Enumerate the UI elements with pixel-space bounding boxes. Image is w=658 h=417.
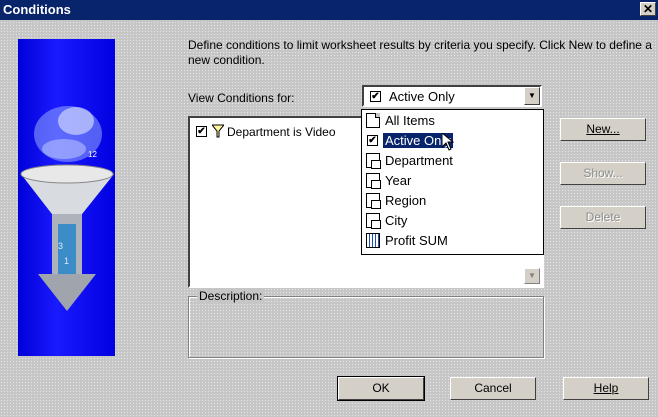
help-button[interactable]: Help bbox=[563, 377, 649, 400]
option-label: All Items bbox=[385, 113, 435, 128]
option-label: City bbox=[385, 213, 408, 228]
show-button[interactable]: Show... bbox=[560, 162, 646, 185]
view-conditions-dropdown-list: All Items ✔ Active Only Department Year … bbox=[361, 109, 544, 255]
title-bar: Conditions ✕ bbox=[0, 0, 658, 20]
measure-icon bbox=[366, 233, 380, 248]
folder-item-icon bbox=[366, 173, 381, 189]
delete-button-label: Delete bbox=[585, 210, 621, 224]
description-label: Description: bbox=[197, 289, 265, 303]
folder-item-icon bbox=[366, 213, 381, 229]
option-label: Region bbox=[385, 193, 427, 208]
close-button[interactable]: ✕ bbox=[640, 2, 656, 16]
funnel-illustration-graphic: 3 1 12 bbox=[20, 106, 114, 311]
new-button-label: New... bbox=[586, 122, 620, 136]
cancel-button[interactable]: Cancel bbox=[450, 377, 536, 400]
checkbox-icon: ✔ bbox=[367, 135, 378, 146]
conditions-dialog: Conditions ✕ 3 1 12 Define conditions to… bbox=[0, 0, 658, 417]
show-button-label: Show... bbox=[583, 166, 623, 180]
dropdown-option-profit-sum[interactable]: Profit SUM bbox=[364, 231, 541, 250]
combobox-value: Active Only bbox=[389, 89, 455, 104]
document-icon bbox=[366, 113, 380, 128]
dropdown-option-city[interactable]: City bbox=[364, 211, 541, 230]
svg-text:1: 1 bbox=[64, 256, 69, 266]
view-conditions-label: View Conditions for: bbox=[188, 91, 295, 105]
ok-button-label: OK bbox=[372, 381, 390, 395]
folder-item-icon bbox=[366, 153, 381, 169]
condition-checkbox[interactable]: ✔ bbox=[196, 126, 207, 137]
option-label: Department bbox=[385, 153, 453, 168]
delete-button[interactable]: Delete bbox=[560, 206, 646, 229]
help-button-label: Help bbox=[593, 381, 619, 395]
dropdown-option-year[interactable]: Year bbox=[364, 171, 541, 190]
folder-item-icon bbox=[366, 193, 381, 209]
new-button[interactable]: New... bbox=[560, 118, 646, 141]
svg-text:3: 3 bbox=[58, 241, 63, 251]
option-label: Year bbox=[385, 173, 412, 188]
funnel-icon bbox=[210, 124, 226, 141]
intro-text: Define conditions to limit worksheet res… bbox=[188, 38, 652, 67]
checkbox-icon: ✔ bbox=[370, 91, 381, 102]
dropdown-arrow-button[interactable]: ▼ bbox=[524, 87, 540, 105]
dropdown-option-region[interactable]: Region bbox=[364, 191, 541, 210]
window-title: Conditions bbox=[3, 2, 71, 17]
option-label: Profit SUM bbox=[385, 233, 448, 248]
cancel-button-label: Cancel bbox=[474, 381, 512, 395]
dropdown-option-all-items[interactable]: All Items bbox=[364, 111, 541, 130]
funnel-illustration: 3 1 12 bbox=[18, 39, 115, 356]
ok-button[interactable]: OK bbox=[337, 376, 425, 401]
condition-label: Department is Video bbox=[227, 125, 336, 139]
svg-text:12: 12 bbox=[88, 150, 97, 159]
mouse-cursor-icon bbox=[441, 131, 455, 154]
view-conditions-combobox[interactable]: ✔ Active Only ▼ bbox=[362, 85, 542, 107]
scroll-down-button[interactable]: ▼ bbox=[524, 268, 540, 284]
description-group: Description: bbox=[188, 289, 544, 358]
